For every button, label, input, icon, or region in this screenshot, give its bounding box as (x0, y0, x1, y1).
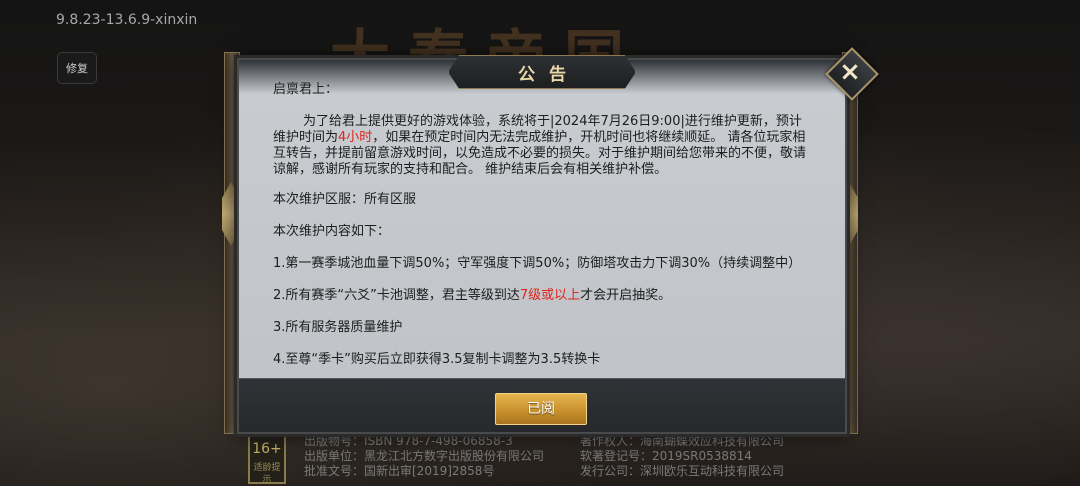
maintenance-duration: 4小时 (338, 130, 373, 145)
item2-level-requirement: 7级或以上 (519, 288, 581, 303)
repair-button[interactable]: 修复 (57, 52, 97, 84)
age-rating-value: 16+ (252, 441, 282, 457)
announcement-dialog: 启禀君上： 为了给君上提供更好的游戏体验，系统将于|2024年7月26日9:00… (237, 58, 847, 434)
publish-isbn: 出版物号：ISBN 978-7-498-06858-3 (304, 434, 513, 448)
age-rating-tip: 适龄提示 (253, 463, 281, 485)
item2-text-start: 2.所有赛季“六爻”卡池调整，君主等级到达 (273, 288, 520, 303)
publisher-company: 发行公司：深圳欧乐互动科技有限公司 (580, 464, 785, 478)
software-registration: 软著登记号：2019SR0538814 (580, 449, 752, 463)
maintenance-content-title: 本次维护内容如下： (273, 224, 391, 239)
publishing-info-col1: 出版物号：ISBN 978-7-498-06858-3 出版单位：黑龙江北方数字… (304, 434, 544, 479)
announcement-body: 为了给君上提供更好的游戏体验，系统将于|2024年7月26日9:00|进行维护更… (273, 114, 813, 178)
copyright-owner: 著作权人：海南蝴蝶效应科技有限公司 (580, 434, 785, 448)
dialog-title: 公告 (518, 64, 580, 85)
maintenance-item-1: 1.第一赛季城池血量下调50%；守军强度下调50%；防御塔攻击力下调30%（持续… (273, 256, 802, 271)
announcement-content[interactable]: 启禀君上： 为了给君上提供更好的游戏体验，系统将于|2024年7月26日9:00… (273, 82, 813, 382)
publish-approval: 批准文号：国新出审[2019]2858号 (304, 464, 495, 478)
publishing-info-col2: 著作权人：海南蝴蝶效应科技有限公司 软著登记号：2019SR0538814 发行… (580, 434, 784, 479)
version-label: 9.8.23-13.6.9-xinxin (56, 12, 198, 28)
maintenance-item-3: 3.所有服务器质量维护 (273, 320, 403, 335)
close-icon[interactable]: × (833, 55, 867, 89)
age-rating-badge: 16+ 适龄提示 (248, 434, 286, 485)
maintenance-item-2: 2.所有赛季“六爻”卡池调整，君主等级到达7级或以上才会开启抽奖。 (273, 288, 671, 304)
maintenance-item-4: 4.至尊“季卡”购买后立即获得3.5复制卡调整为3.5转换卡 (273, 352, 601, 367)
item2-text-end: 才会开启抽奖。 (580, 288, 672, 303)
publish-unit: 出版单位：黑龙江北方数字出版股份有限公司 (304, 449, 545, 463)
acknowledge-button[interactable]: 已阅 (495, 393, 587, 425)
dialog-title-plate: 公告 (448, 55, 636, 89)
publishing-info: 16+ 适龄提示 出版物号：ISBN 978-7-498-06858-3 出版单… (248, 432, 808, 486)
maintenance-servers: 本次维护区服：所有区服 (273, 192, 417, 207)
